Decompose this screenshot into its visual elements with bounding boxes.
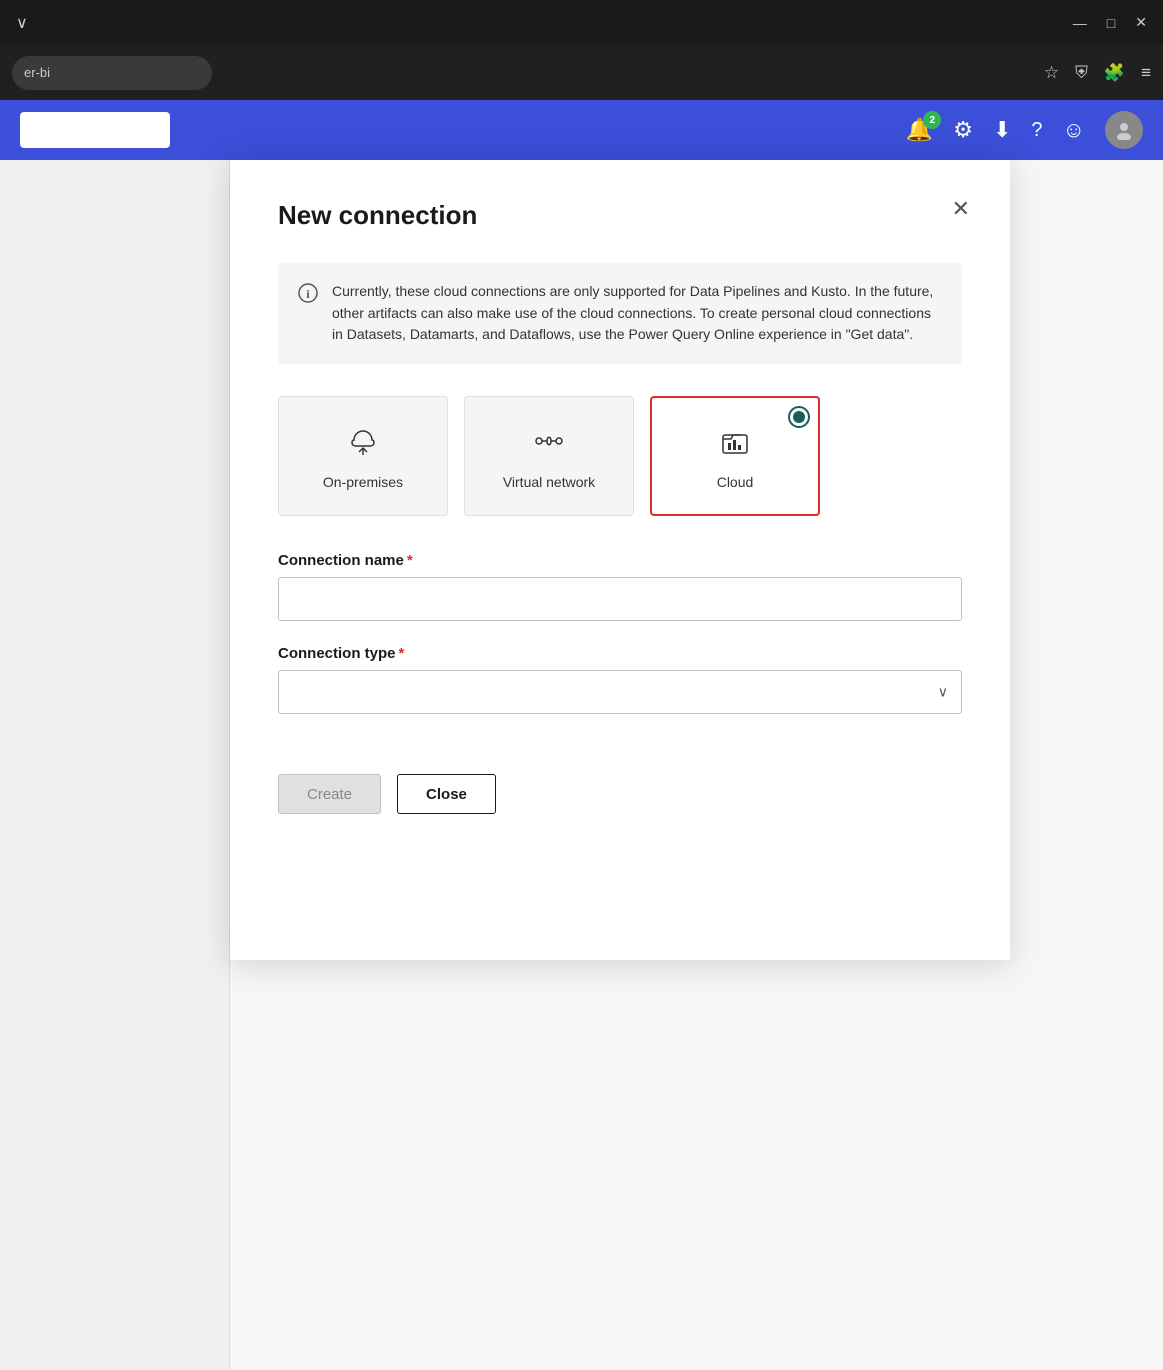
create-button[interactable]: Create [278,774,381,814]
address-text: er-bi [24,65,50,80]
connection-name-input[interactable] [278,577,962,621]
extensions-icon[interactable]: 🧩 [1104,63,1125,83]
header-icons: 🔔 2 ⚙ ⬇ ? ☺ [906,111,1143,149]
dialog-overlay: New connection ✕ i Currently, these clou… [230,160,1163,1370]
settings-button[interactable]: ⚙ [953,117,973,143]
window-controls: — □ ✕ [1073,14,1147,31]
main-area: New connection ✕ i Currently, these clou… [0,160,1163,1370]
cloud-label: Cloud [717,474,754,490]
virtual-network-icon [531,423,567,464]
connection-type-select[interactable] [278,670,962,714]
chevron-down-icon[interactable]: ∨ [16,13,28,33]
info-box: i Currently, these cloud connections are… [278,263,962,364]
on-premises-icon [345,423,381,464]
virtual-network-label: Virtual network [503,474,595,490]
virtual-network-card[interactable]: Virtual network [464,396,634,516]
on-premises-label: On-premises [323,474,403,490]
download-button[interactable]: ⬇ [993,117,1011,143]
connection-type-cards: On-premises [278,396,962,516]
minimize-button[interactable]: — [1073,15,1087,31]
connection-type-select-wrapper: ∨ [278,670,962,714]
on-premises-card[interactable]: On-premises [278,396,448,516]
dialog-close-button[interactable]: ✕ [952,196,970,222]
browser-titlebar: ∨ — □ ✕ [0,0,1163,45]
address-bar[interactable]: er-bi [12,56,212,90]
cloud-icon [717,423,753,464]
shield-icon[interactable]: ⛨ [1075,63,1088,83]
titlebar-center: ∨ [16,13,28,33]
dialog-actions: Create Close [278,774,962,814]
smiley-button[interactable]: ☺ [1063,117,1085,143]
info-icon: i [298,283,318,346]
avatar[interactable] [1105,111,1143,149]
app-header: 🔔 2 ⚙ ⬇ ? ☺ [0,100,1163,160]
notification-badge: 2 [923,111,941,129]
selected-radio-indicator [790,408,808,426]
svg-text:i: i [306,287,310,301]
close-window-button[interactable]: ✕ [1135,14,1147,31]
maximize-button[interactable]: □ [1107,15,1115,31]
sidebar [0,160,230,1370]
help-button[interactable]: ? [1031,119,1042,142]
menu-icon[interactable]: ≡ [1141,63,1151,83]
connection-type-required: * [399,645,405,662]
logo-area [20,112,170,148]
dialog-title: New connection [278,200,962,231]
nav-icons: ☆ ⛨ 🧩 ≡ [1044,63,1151,83]
cloud-card[interactable]: Cloud [650,396,820,516]
notification-button[interactable]: 🔔 2 [906,117,933,143]
browser-navbar: er-bi ☆ ⛨ 🧩 ≡ [0,45,1163,100]
info-text: Currently, these cloud connections are o… [332,281,942,346]
connection-type-label: Connection type* [278,645,962,662]
new-connection-dialog: New connection ✕ i Currently, these clou… [230,160,1010,960]
bookmark-icon[interactable]: ☆ [1044,63,1059,83]
connection-name-required: * [407,552,413,569]
close-button[interactable]: Close [397,774,496,814]
connection-name-label: Connection name* [278,552,962,569]
